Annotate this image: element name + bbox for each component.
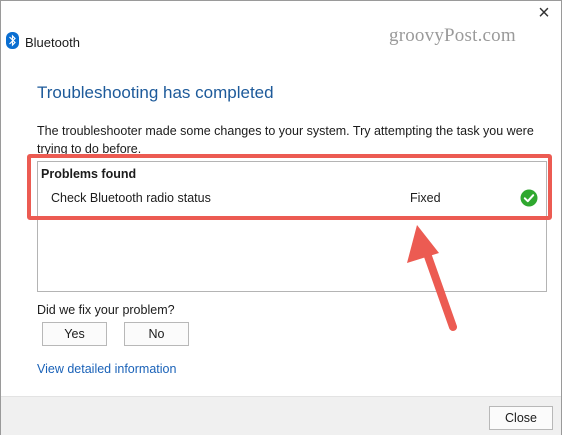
check-circle-icon (520, 189, 538, 207)
bluetooth-icon (6, 32, 19, 49)
feedback-question: Did we fix your problem? (37, 303, 175, 317)
window-title: Bluetooth (25, 35, 80, 50)
description-text: The troubleshooter made some changes to … (37, 124, 534, 156)
problem-row: Check Bluetooth radio status Fixed (38, 186, 546, 208)
title-bar: Bluetooth × groovyPost.com (1, 1, 561, 63)
window-close-icon[interactable]: × (533, 3, 555, 25)
page-title: Troubleshooting has completed (37, 83, 274, 102)
footer-bar: Close (1, 396, 561, 435)
yes-button[interactable]: Yes (42, 322, 107, 346)
troubleshooter-window: Bluetooth × groovyPost.com Troubleshooti… (0, 0, 562, 435)
no-button[interactable]: No (124, 322, 189, 346)
problem-name: Check Bluetooth radio status (51, 191, 211, 205)
watermark: groovyPost.com (389, 25, 516, 46)
close-button[interactable]: Close (489, 406, 553, 430)
problems-panel: Problems found Check Bluetooth radio sta… (37, 161, 547, 292)
problem-status: Fixed (410, 191, 441, 205)
view-details-link[interactable]: View detailed information (37, 362, 176, 376)
problems-found-header: Problems found (41, 167, 137, 181)
